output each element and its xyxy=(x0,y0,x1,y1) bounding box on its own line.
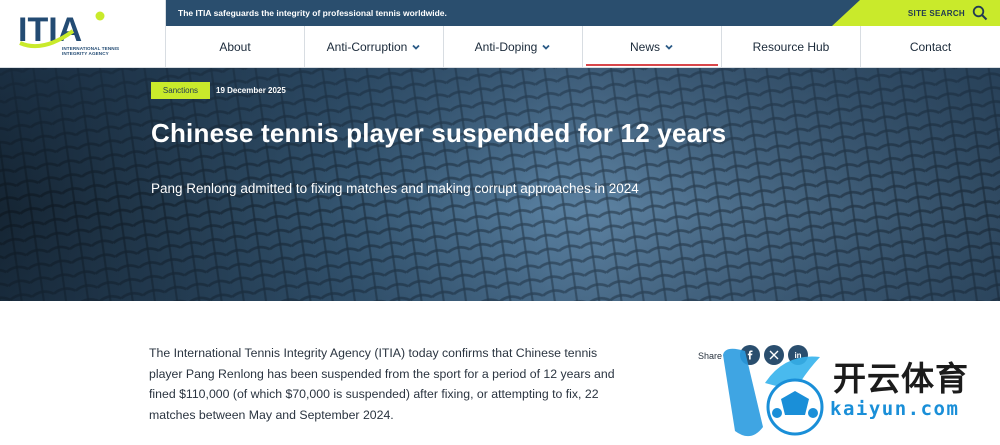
article-title: Chinese tennis player suspended for 12 y… xyxy=(151,118,727,148)
logo[interactable]: ITIA INTERNATIONAL TENNIS INTEGRITY AGEN… xyxy=(0,0,166,68)
watermark-cn: 开云体育 xyxy=(833,359,969,398)
chevron-down-icon xyxy=(412,44,420,50)
publish-date: 19 December 2025 xyxy=(216,86,286,95)
watermark-en: kaiyun.com xyxy=(830,398,960,420)
chevron-down-icon xyxy=(665,44,673,50)
site-header: ITIA INTERNATIONAL TENNIS INTEGRITY AGEN… xyxy=(0,0,1000,68)
itia-logo-icon: ITIA xyxy=(18,11,105,49)
article-paragraph: The International Tennis Integrity Agenc… xyxy=(149,346,615,422)
search-icon xyxy=(972,5,988,21)
nav-anti-corruption[interactable]: Anti-Corruption xyxy=(305,26,444,68)
main-nav: About Anti-Corruption Anti-Doping News R… xyxy=(166,26,1000,68)
chevron-down-icon xyxy=(542,44,550,50)
site-search-button[interactable]: SITE SEARCH xyxy=(832,0,1000,26)
nav-news[interactable]: News xyxy=(583,26,722,68)
hero-banner: Sanctions 19 December 2025 Chinese tenni… xyxy=(0,68,1000,301)
article-subtitle: Pang Renlong admitted to fixing matches … xyxy=(151,181,639,196)
nav-anti-doping[interactable]: Anti-Doping xyxy=(444,26,583,68)
nav-resource-hub[interactable]: Resource Hub xyxy=(722,26,861,68)
logo-subtitle: INTERNATIONAL TENNIS INTEGRITY AGENCY xyxy=(62,46,120,56)
top-bar: The ITIA safeguards the integrity of pro… xyxy=(166,0,1000,26)
tagline: The ITIA safeguards the integrity of pro… xyxy=(178,8,447,18)
site-search-label: SITE SEARCH xyxy=(907,9,965,18)
nav-about[interactable]: About xyxy=(166,26,305,68)
nav-contact[interactable]: Contact xyxy=(861,26,1000,68)
category-tag[interactable]: Sanctions xyxy=(151,82,210,99)
